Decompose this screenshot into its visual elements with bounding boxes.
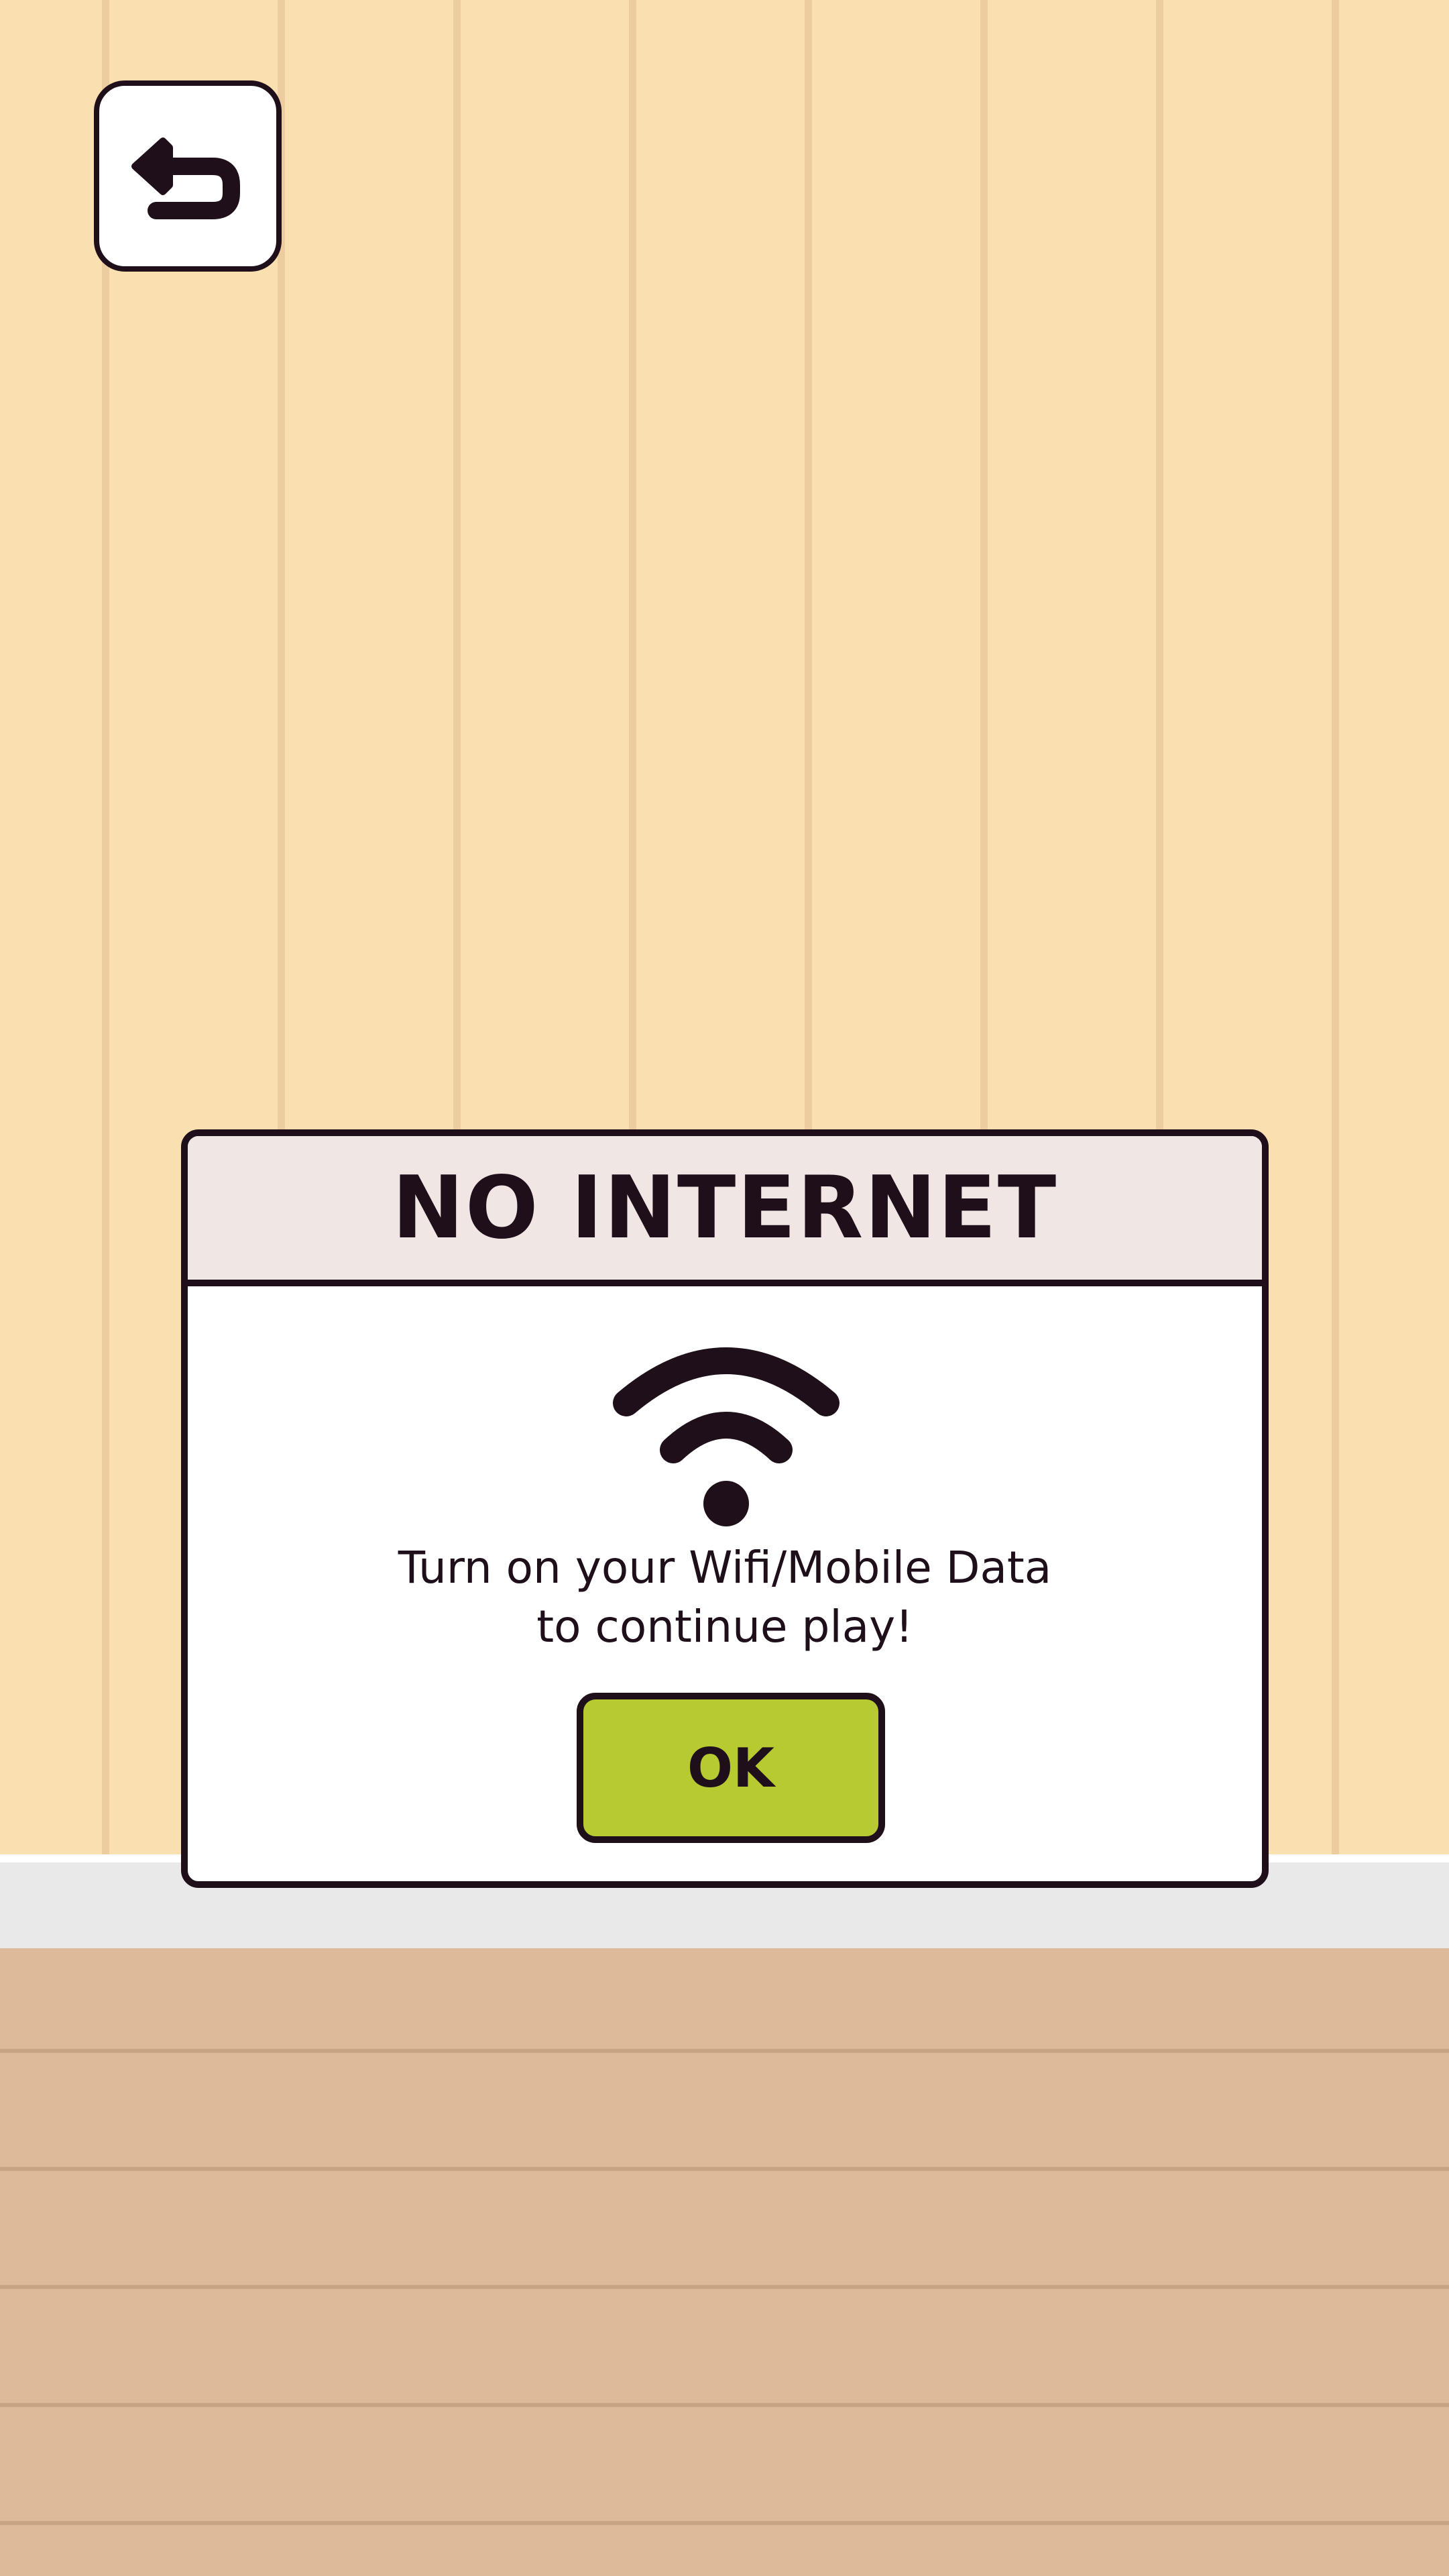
ok-button[interactable]: OK <box>577 1693 885 1843</box>
message-line-2: to continue play! <box>536 1601 913 1653</box>
back-arrow-icon <box>131 137 240 219</box>
wifi-icon <box>613 1347 839 1526</box>
dialog-message: Turn on your Wifi/Mobile Data to continu… <box>188 1538 1262 1657</box>
message-line-1: Turn on your Wifi/Mobile Data <box>398 1542 1052 1593</box>
game-scene: NO INTERNET Turn on your Wifi/Mobile Dat… <box>0 0 1449 2576</box>
back-button[interactable] <box>94 80 282 272</box>
no-internet-dialog: NO INTERNET Turn on your Wifi/Mobile Dat… <box>181 1129 1269 1888</box>
dialog-header: NO INTERNET <box>188 1136 1262 1286</box>
wooden-floor <box>0 1948 1449 2576</box>
dialog-title: NO INTERNET <box>392 1158 1058 1258</box>
ok-button-label: OK <box>687 1736 774 1799</box>
